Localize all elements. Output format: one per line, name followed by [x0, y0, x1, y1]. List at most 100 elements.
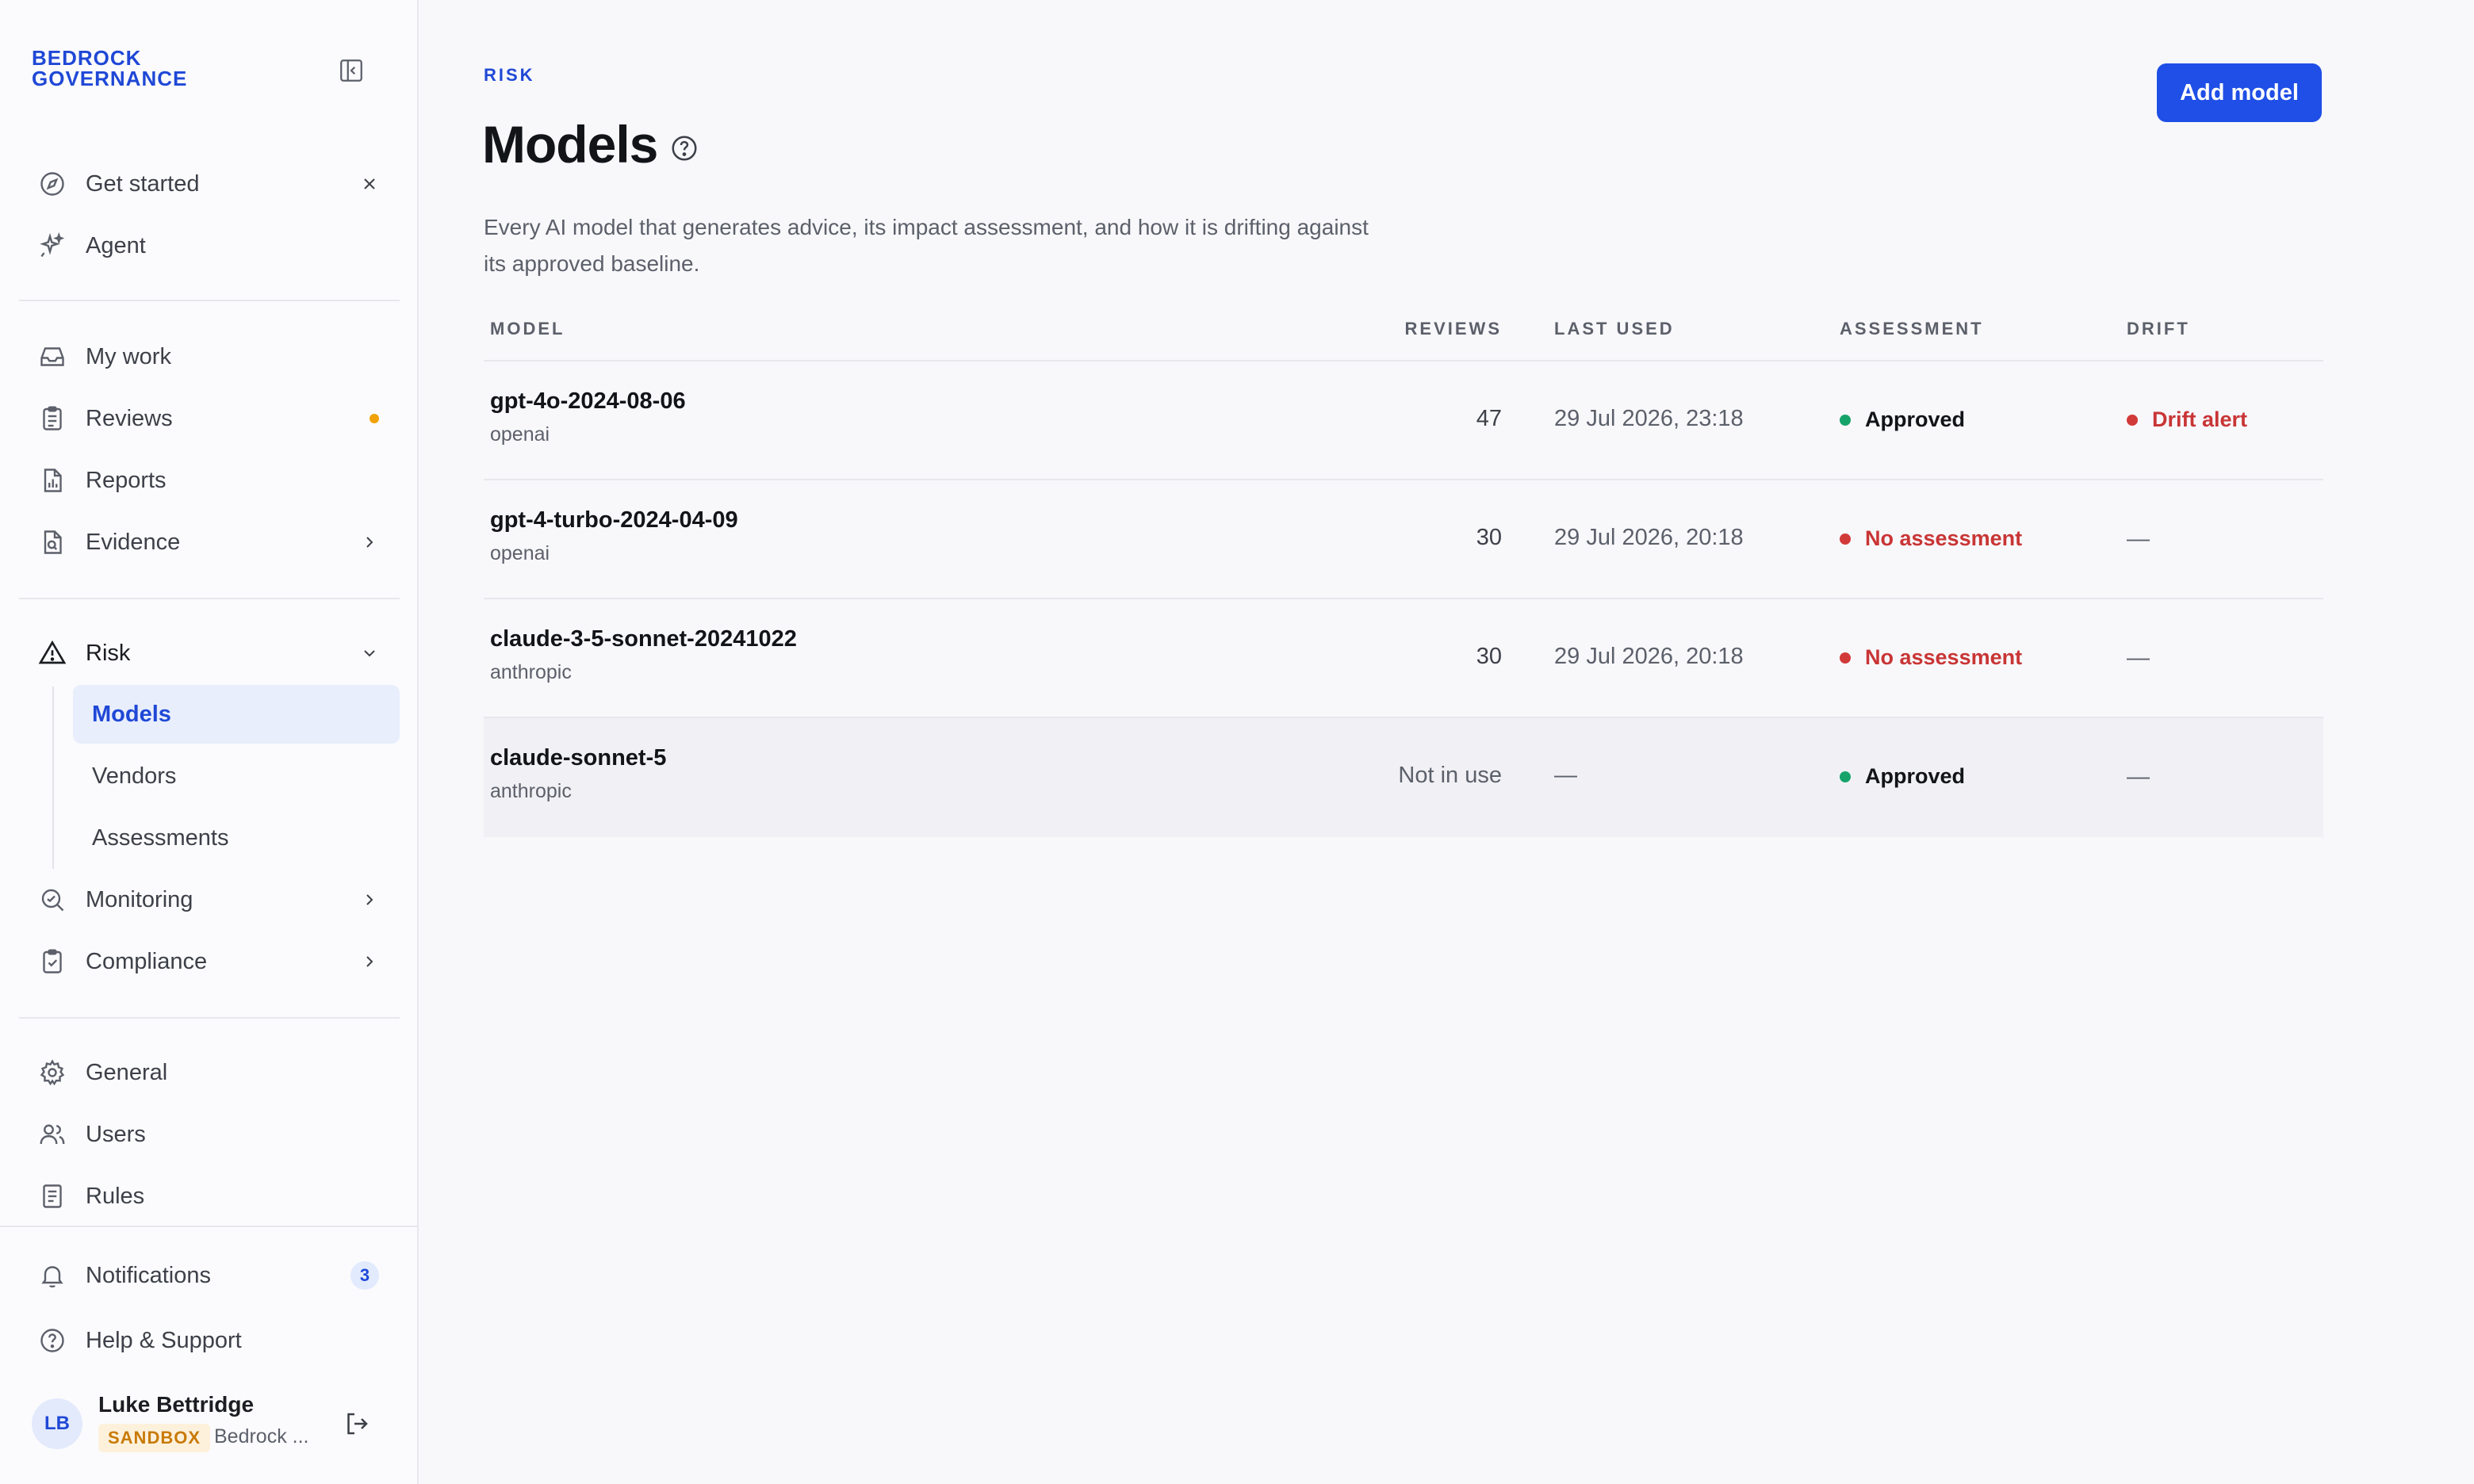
- sidebar-subitem-label: Assessments: [92, 824, 229, 851]
- compass-icon: [38, 170, 67, 198]
- sidebar-item-label: Evidence: [86, 529, 181, 555]
- column-header-drift[interactable]: DRIFT: [2127, 319, 2190, 339]
- sidebar-item-users[interactable]: Users: [19, 1107, 400, 1162]
- logout-icon[interactable]: [343, 1409, 371, 1438]
- sidebar-item-rules[interactable]: Rules: [19, 1168, 400, 1224]
- sidebar-divider: [19, 300, 400, 301]
- sidebar-item-agent[interactable]: Agent: [19, 218, 400, 273]
- reviews-count: Not in use: [1398, 763, 1502, 788]
- sidebar-item-label: My work: [86, 343, 171, 369]
- sidebar-item-label: Notifications: [86, 1262, 211, 1288]
- assessment-status: Approved: [1840, 764, 1965, 789]
- status-dot: [1840, 771, 1851, 782]
- sidebar-item-my-work[interactable]: My work: [19, 329, 400, 384]
- sidebar-subitem-models[interactable]: Models: [73, 685, 400, 744]
- sidebar-item-label: Users: [86, 1121, 146, 1147]
- model-name[interactable]: gpt-4-turbo-2024-04-09: [490, 507, 738, 534]
- sidebar-collapse-icon[interactable]: [338, 57, 365, 84]
- breadcrumb[interactable]: RISK: [484, 65, 535, 86]
- column-header-model[interactable]: MODEL: [490, 319, 565, 339]
- main-content: RISK Models Every AI model that generate…: [419, 0, 2474, 1484]
- sidebar-divider: [19, 598, 400, 599]
- sidebar-item-label: Rules: [86, 1183, 145, 1209]
- sidebar-item-help-support[interactable]: Help & Support: [19, 1313, 400, 1368]
- sidebar-item-evidence[interactable]: Evidence: [19, 514, 400, 570]
- report-chart-icon: [38, 466, 67, 495]
- sidebar-item-monitoring[interactable]: Monitoring: [19, 872, 400, 928]
- drift-status: —: [2127, 645, 2150, 671]
- reviews-count: 30: [1476, 525, 1502, 550]
- table-row[interactable]: claude-3-5-sonnet-20241022 anthropic 30 …: [484, 599, 2323, 718]
- model-provider: openai: [490, 423, 550, 446]
- clipboard-list-icon: [38, 404, 67, 433]
- chevron-right-icon[interactable]: [360, 952, 379, 971]
- model-name[interactable]: claude-3-5-sonnet-20241022: [490, 626, 797, 652]
- last-used: —: [1554, 763, 1577, 788]
- inbox-icon: [38, 342, 67, 371]
- column-header-assessment[interactable]: ASSESSMENT: [1840, 319, 1984, 339]
- chevron-down-icon[interactable]: [360, 644, 379, 663]
- page-description: Every AI model that generates advice, it…: [484, 215, 1369, 276]
- sidebar-item-label: Reviews: [86, 405, 173, 431]
- file-search-icon: [38, 528, 67, 556]
- drift-status: —: [2127, 526, 2150, 552]
- models-table: MODEL REVIEWS LAST USED ASSESSMENT DRIFT…: [484, 304, 2323, 837]
- sidebar-item-reviews[interactable]: Reviews: [19, 391, 400, 446]
- sidebar-subitem-vendors[interactable]: Vendors: [73, 747, 400, 805]
- add-model-button[interactable]: Add model: [2157, 63, 2322, 122]
- user-profile[interactable]: LB Luke Bettridge SANDBOX Bedrock ...: [32, 1392, 396, 1455]
- model-provider: openai: [490, 542, 550, 564]
- close-icon[interactable]: [360, 174, 379, 193]
- sidebar-item-label: Help & Support: [86, 1327, 242, 1353]
- sidebar-item-compliance[interactable]: Compliance: [19, 934, 400, 989]
- clipboard-check-icon: [38, 947, 67, 976]
- magnifier-icon: [38, 885, 67, 914]
- environment-badge: SANDBOX: [98, 1424, 211, 1452]
- table-row[interactable]: gpt-4-turbo-2024-04-09 openai 30 29 Jul …: [484, 480, 2323, 599]
- avatar: LB: [32, 1398, 82, 1449]
- table-row[interactable]: claude-sonnet-5 anthropic Not in use — A…: [484, 718, 2323, 837]
- unread-dot: [370, 414, 379, 423]
- sidebar-footer-divider: [0, 1226, 419, 1227]
- gear-icon: [38, 1058, 67, 1087]
- page-title: Models: [482, 115, 658, 174]
- assessment-status: Approved: [1840, 407, 1965, 432]
- chevron-right-icon[interactable]: [360, 533, 379, 552]
- help-circle-icon[interactable]: [669, 133, 699, 163]
- brand-logo[interactable]: BEDROCK GOVERNANCE: [32, 48, 187, 89]
- model-name[interactable]: claude-sonnet-5: [490, 745, 666, 771]
- reviews-count: 30: [1476, 644, 1502, 669]
- table-header: MODEL REVIEWS LAST USED ASSESSMENT DRIFT: [484, 304, 2323, 361]
- sidebar-item-general[interactable]: General: [19, 1045, 400, 1100]
- reviews-count: 47: [1476, 406, 1502, 431]
- subnav-guide-line: [52, 687, 54, 869]
- model-name[interactable]: gpt-4o-2024-08-06: [490, 388, 686, 415]
- sidebar-item-reports[interactable]: Reports: [19, 453, 400, 508]
- last-used: 29 Jul 2026, 20:18: [1554, 644, 1744, 669]
- organization-name: Bedrock ...: [214, 1425, 309, 1448]
- table-row[interactable]: gpt-4o-2024-08-06 openai 47 29 Jul 2026,…: [484, 361, 2323, 480]
- status-dot: [1840, 533, 1851, 545]
- sidebar-item-label: Agent: [86, 232, 146, 258]
- last-used: 29 Jul 2026, 23:18: [1554, 406, 1744, 431]
- sidebar-item-risk[interactable]: Risk: [19, 625, 400, 681]
- sidebar-item-get-started[interactable]: Get started: [19, 156, 400, 212]
- sidebar-item-label: Reports: [86, 467, 167, 493]
- sidebar-subitem-label: Models: [92, 701, 171, 727]
- model-provider: anthropic: [490, 661, 572, 683]
- sidebar-item-label: Risk: [86, 640, 131, 666]
- sidebar-item-label: Compliance: [86, 948, 208, 974]
- chevron-right-icon[interactable]: [360, 890, 379, 909]
- sidebar-item-notifications[interactable]: Notifications 3: [19, 1248, 400, 1303]
- status-dot: [1840, 414, 1851, 426]
- sparkles-icon: [38, 231, 67, 260]
- bell-icon: [38, 1261, 67, 1290]
- status-dot: [2127, 414, 2138, 426]
- last-used: 29 Jul 2026, 20:18: [1554, 525, 1744, 550]
- column-header-last-used[interactable]: LAST USED: [1554, 319, 1675, 339]
- sidebar-subitem-assessments[interactable]: Assessments: [73, 809, 400, 867]
- document-lines-icon: [38, 1182, 67, 1211]
- model-provider: anthropic: [490, 780, 572, 802]
- column-header-reviews[interactable]: REVIEWS: [1405, 319, 1502, 339]
- status-dot: [1840, 652, 1851, 664]
